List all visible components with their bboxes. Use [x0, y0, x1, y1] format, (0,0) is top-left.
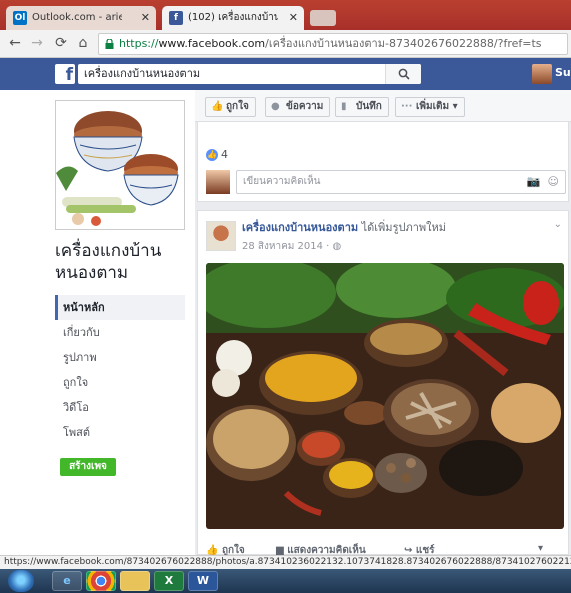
emoji-icon[interactable]: ☺: [548, 175, 559, 188]
more-label: เพิ่มเติม ▾: [416, 101, 458, 112]
like-reaction-icon: 👍: [206, 149, 218, 161]
nav-item-about[interactable]: เกี่ยวกับ: [55, 320, 185, 345]
photo-post: เครื่องแกงบ้านหนองตาม ได้เพิ่มรูปภาพใหม่…: [197, 210, 569, 555]
share-arrow-icon: ↪: [404, 545, 413, 555]
camera-icon[interactable]: 📷: [527, 175, 541, 188]
tab-title: Outlook.com - ariesn1@: [32, 12, 122, 23]
search-button[interactable]: [385, 64, 421, 84]
like-count-value: 4: [221, 148, 228, 161]
post-share-button[interactable]: ↪ แชร์: [404, 543, 434, 555]
post-comment-label: แสดงความคิดเห็น: [287, 545, 366, 555]
facebook-header: f เครื่องแกงบ้านหนองตาม Su: [0, 58, 571, 90]
nav-item-videos[interactable]: วิดีโอ: [55, 395, 185, 420]
url-path: /เครื่องแกงบ้านหนองตาม-873402676022888/?…: [265, 37, 542, 50]
page-action-bar: 👍 ถูกใจ ● ข้อความ ▮ บันทึก ··· เพิ่มเติม ▾: [195, 90, 571, 122]
windows-start-icon[interactable]: [8, 570, 34, 592]
avatar: [206, 170, 230, 194]
thumbs-up-icon: 👍: [206, 545, 219, 555]
create-page-button[interactable]: สร้างเพจ: [60, 458, 116, 476]
post-date-text: 28 สิงหาคม 2014 ·: [242, 241, 333, 252]
search-icon: [398, 68, 410, 80]
post-header: เครื่องแกงบ้านหนองตาม ได้เพิ่มรูปภาพใหม่: [242, 221, 552, 235]
like-label: ถูกใจ: [226, 101, 249, 112]
page-content: เครื่องแกงบ้านหนองตาม หน้าหลัก เกี่ยวกับ…: [0, 90, 571, 555]
post-author-link[interactable]: เครื่องแกงบ้านหนองตาม: [242, 221, 358, 234]
back-arrow-icon[interactable]: ←: [6, 34, 24, 52]
previous-post: 👍 4 เขียนความคิดเห็น 📷 ☺: [197, 122, 569, 202]
home-icon[interactable]: ⌂: [74, 34, 92, 52]
profile-name[interactable]: Su: [555, 66, 571, 79]
browser-tabstrip: Ol Outlook.com - ariesn1@ ✕ f (102) เครื…: [0, 0, 571, 30]
post-like-button[interactable]: 👍 ถูกใจ: [206, 543, 245, 555]
page-nav: หน้าหลัก เกี่ยวกับ รูปภาพ ถูกใจ วิดีโอ โ…: [55, 295, 185, 445]
url-host: www.facebook.com: [158, 37, 266, 50]
save-label: บันทึก: [356, 101, 382, 112]
post-actions: 👍 ถูกใจ ▆ แสดงความคิดเห็น ↪ แชร์ ▾: [198, 539, 570, 555]
post-as-avatar[interactable]: ▾: [538, 543, 543, 554]
tab-facebook[interactable]: f (102) เครื่องแกงบ้านหนองต ✕: [162, 6, 304, 30]
tab-title: (102) เครื่องแกงบ้านหนองต: [188, 12, 278, 23]
facebook-logo-icon[interactable]: f: [55, 64, 75, 85]
page-title: เครื่องแกงบ้านหนองตาม: [55, 241, 162, 283]
post-photo[interactable]: [206, 263, 564, 529]
post-like-label: ถูกใจ: [221, 545, 245, 555]
internet-explorer-icon[interactable]: e: [52, 571, 82, 591]
comment-icon: ▆: [276, 545, 284, 555]
post-timestamp[interactable]: 28 สิงหาคม 2014 · ◍: [242, 239, 341, 254]
post-share-label: แชร์: [415, 545, 435, 555]
globe-icon: ◍: [332, 241, 342, 252]
browser-toolbar: ← → ⟳ ⌂ https://www.facebook.com/เครื่อง…: [0, 30, 571, 58]
search-input[interactable]: เครื่องแกงบ้านหนองตาม: [78, 64, 421, 84]
word-icon[interactable]: W: [188, 571, 218, 591]
save-button[interactable]: ▮ บันทึก: [335, 97, 389, 117]
timeline: 👍 ถูกใจ ● ข้อความ ▮ บันทึก ··· เพิ่มเติม ▾ 👍…: [195, 90, 571, 555]
like-count[interactable]: 👍 4: [206, 148, 228, 161]
lock-icon: [105, 39, 114, 49]
post-comment-button[interactable]: ▆ แสดงความคิดเห็น: [276, 543, 366, 555]
chevron-down-icon: ▾: [538, 543, 544, 554]
file-explorer-icon[interactable]: [120, 571, 150, 591]
close-icon[interactable]: ✕: [289, 6, 298, 30]
message-button[interactable]: ● ข้อความ: [265, 97, 331, 117]
nav-item-likes[interactable]: ถูกใจ: [55, 370, 185, 395]
page-profile-picture[interactable]: [55, 100, 185, 230]
bookmark-icon: ▮: [341, 101, 347, 112]
more-dots-icon: ···: [401, 101, 413, 112]
curry-paste-bowls-image: [56, 101, 184, 229]
like-page-button[interactable]: 👍 ถูกใจ: [205, 97, 256, 117]
windows-taskbar: e X W: [0, 569, 571, 593]
new-tab-button[interactable]: [310, 10, 336, 26]
comment-placeholder: เขียนความคิดเห็น: [243, 176, 321, 187]
chrome-icon[interactable]: [86, 571, 116, 591]
message-icon: ●: [271, 101, 280, 112]
more-button[interactable]: ··· เพิ่มเติม ▾: [395, 97, 465, 117]
post-action-text: ได้เพิ่มรูปภาพใหม่: [361, 221, 447, 234]
left-sidebar: เครื่องแกงบ้านหนองตาม หน้าหลัก เกี่ยวกับ…: [0, 90, 195, 555]
status-bar-url: https://www.facebook.com/873402676022888…: [0, 555, 571, 569]
forward-arrow-icon[interactable]: →: [28, 34, 46, 52]
nav-item-photos[interactable]: รูปภาพ: [55, 345, 185, 370]
spices-photo-image: [206, 263, 564, 529]
nav-item-home[interactable]: หน้าหลัก: [55, 295, 185, 320]
thumbs-up-icon: 👍: [211, 101, 224, 112]
comment-input[interactable]: เขียนความคิดเห็น 📷 ☺: [236, 170, 566, 194]
nav-item-posts[interactable]: โพสต์: [55, 420, 185, 445]
close-icon[interactable]: ✕: [141, 6, 150, 30]
tab-outlook[interactable]: Ol Outlook.com - ariesn1@ ✕: [6, 6, 156, 30]
chevron-down-icon[interactable]: ⌄: [554, 219, 562, 230]
avatar[interactable]: [532, 64, 552, 84]
address-bar[interactable]: https://www.facebook.com/เครื่องแกงบ้านห…: [98, 33, 568, 55]
url-scheme: https://: [119, 37, 159, 50]
excel-icon[interactable]: X: [154, 571, 184, 591]
reload-icon[interactable]: ⟳: [52, 34, 70, 52]
message-label: ข้อความ: [286, 101, 324, 112]
facebook-icon: f: [169, 11, 183, 25]
outlook-icon: Ol: [13, 11, 27, 25]
avatar[interactable]: [206, 221, 236, 251]
